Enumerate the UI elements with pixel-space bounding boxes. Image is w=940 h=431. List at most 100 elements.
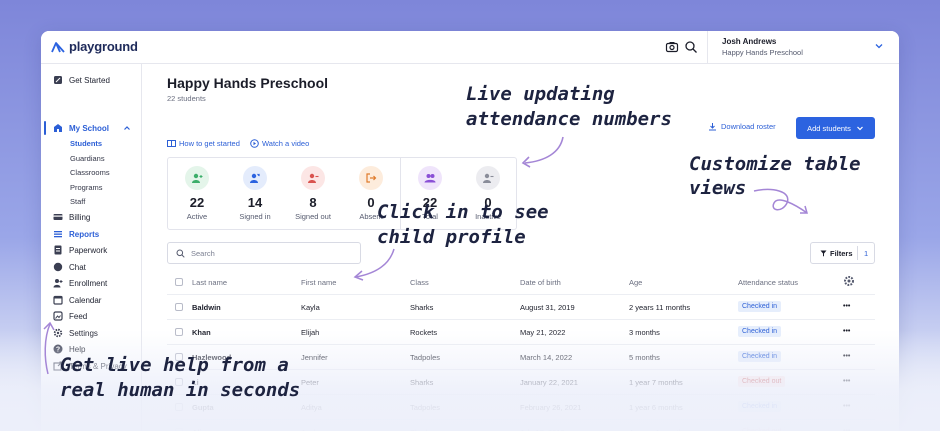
- cell-age: 2 years 11 months: [629, 303, 691, 312]
- more-options-icon[interactable]: •••: [843, 303, 850, 310]
- sidebar-subitem-programs[interactable]: Programs: [70, 183, 103, 192]
- status-badge: Checked in: [738, 301, 782, 312]
- header-dob[interactable]: Date of birth: [520, 278, 561, 287]
- cell-first-name: Elijah: [301, 328, 320, 337]
- user-menu[interactable]: Josh Andrews Happy Hands Preschool: [707, 31, 899, 64]
- arrow-to-help: [43, 321, 55, 375]
- cell-dob: August 31, 2019: [520, 303, 575, 312]
- sidebar-subitem-classrooms[interactable]: Classrooms: [70, 168, 110, 177]
- cell-last-name[interactable]: Khan: [192, 328, 211, 337]
- book-icon: [167, 140, 176, 147]
- annotation-customize-2: views: [689, 177, 747, 199]
- arrow-to-profile: [353, 248, 395, 281]
- more-options-icon[interactable]: •••: [843, 353, 850, 360]
- cell-age: 5 months: [629, 353, 660, 362]
- add-students-button[interactable]: Add students: [796, 117, 875, 139]
- cell-first-name: Jennifer: [301, 353, 328, 362]
- stat-active[interactable]: 22 Active: [172, 166, 222, 221]
- cell-age: 1 year 6 months: [629, 403, 683, 412]
- header-last-name[interactable]: Last name: [192, 278, 227, 287]
- cell-last-name[interactable]: Gupta: [192, 403, 214, 412]
- active-indicator: [44, 121, 46, 135]
- billing-icon: [53, 214, 63, 220]
- sidebar-item-enrollment[interactable]: Enrollment: [53, 276, 107, 290]
- chevron-up-icon: [124, 126, 130, 130]
- filters-label-wrap: Filters: [811, 249, 857, 258]
- user-name: Josh Andrews: [722, 37, 777, 46]
- stat-signed-out[interactable]: 8 Signed out: [288, 166, 338, 221]
- stat-label: Active: [186, 212, 208, 221]
- table-header: Last name First name Class Date of birth…: [167, 270, 875, 295]
- user-school: Happy Hands Preschool: [722, 48, 803, 57]
- sidebar-item-billing[interactable]: Billing: [53, 210, 90, 224]
- annotation-customize-1: Customize table: [689, 153, 861, 175]
- link-label: How to get started: [179, 139, 240, 148]
- chevron-down-icon: [856, 126, 863, 131]
- sidebar-subitem-students[interactable]: Students: [70, 139, 102, 148]
- reports-icon: [54, 231, 62, 238]
- sidebar-item-label: Chat: [69, 262, 86, 272]
- table-row[interactable]: Khan Elijah Rockets May 21, 2022 3 months Che…: [167, 320, 875, 345]
- school-icon: [54, 124, 62, 132]
- sidebar-item-label: Feed: [69, 311, 88, 321]
- arrow-to-stats: [521, 136, 564, 168]
- table-row[interactable]: AliJordanSharksJuly 17, 20184 years 1 mo…: [167, 420, 875, 431]
- status-badge: Checked out: [738, 426, 786, 431]
- more-options-icon[interactable]: •••: [843, 328, 850, 335]
- row-checkbox[interactable]: [175, 403, 183, 411]
- cell-class: Tadpoles: [410, 353, 441, 362]
- logo-text: playground: [69, 39, 138, 54]
- filter-icon: [820, 250, 827, 256]
- row-checkbox[interactable]: [175, 328, 183, 336]
- gear-icon[interactable]: [843, 275, 855, 287]
- cell-age: 3 months: [629, 328, 660, 337]
- select-all-checkbox[interactable]: [175, 278, 183, 286]
- sidebar-item-calendar[interactable]: Calendar: [53, 293, 101, 307]
- inactive-icon: [476, 166, 500, 190]
- more-options-icon[interactable]: •••: [843, 403, 850, 410]
- row-checkbox[interactable]: [175, 303, 183, 311]
- cell-dob: May 21, 2022: [520, 328, 566, 337]
- watch-video-link[interactable]: Watch a video: [250, 139, 309, 148]
- camera-icon[interactable]: [665, 40, 679, 54]
- top-bar: playground Josh Andrews Happy Hands Pres…: [41, 31, 899, 64]
- header-class[interactable]: Class: [410, 278, 429, 287]
- stat-signed-in[interactable]: 14 Signed in: [230, 166, 280, 221]
- sidebar-item-label: Reports: [69, 229, 100, 239]
- status-badge: Checked out: [738, 376, 786, 387]
- header-age[interactable]: Age: [629, 278, 642, 287]
- status-badge: Checked in: [738, 401, 782, 412]
- calendar-icon: [53, 295, 63, 305]
- cell-last-name[interactable]: Baldwin: [192, 303, 221, 312]
- annotation-click-2: child profile: [377, 226, 526, 248]
- logo-icon: [51, 41, 65, 53]
- filters-button[interactable]: Filters 1: [810, 242, 875, 264]
- search-input[interactable]: [191, 248, 351, 258]
- sidebar-subitem-staff[interactable]: Staff: [70, 197, 85, 206]
- table-row[interactable]: Baldwin Kayla Sharks August 31, 2019 2 years…: [167, 295, 875, 320]
- stat-label: Signed in: [239, 212, 271, 221]
- header-attendance[interactable]: Attendance status: [738, 278, 798, 287]
- filters-count: 1: [864, 248, 869, 258]
- more-options-icon[interactable]: •••: [843, 378, 850, 385]
- sidebar-item-chat[interactable]: Chat: [53, 260, 86, 274]
- logo[interactable]: playground: [51, 39, 138, 54]
- cell-dob: January 22, 2021: [520, 378, 578, 387]
- sidebar-item-label: Enrollment: [69, 278, 108, 288]
- annotation-help-2: real human in seconds: [60, 379, 301, 401]
- rocket-icon: [54, 76, 62, 84]
- header-first-name[interactable]: First name: [301, 278, 336, 287]
- sidebar-subitem-guardians[interactable]: Guardians: [70, 154, 105, 163]
- sidebar-item-reports[interactable]: Reports: [53, 227, 99, 241]
- sidebar-item-my-school[interactable]: My School: [53, 121, 131, 135]
- add-students-label: Add students: [807, 123, 851, 133]
- how-to-get-started-link[interactable]: How to get started: [167, 139, 240, 148]
- sidebar-item-label: My School: [69, 123, 110, 133]
- sidebar-item-label: Settings: [69, 328, 98, 338]
- signed-out-icon: [301, 166, 325, 190]
- search-icon[interactable]: [684, 40, 698, 54]
- search-icon: [176, 249, 185, 258]
- sidebar-item-paperwork[interactable]: Paperwork: [53, 243, 107, 257]
- sidebar-item-get-started[interactable]: Get Started: [53, 73, 110, 87]
- download-roster-button[interactable]: Download roster: [708, 122, 776, 131]
